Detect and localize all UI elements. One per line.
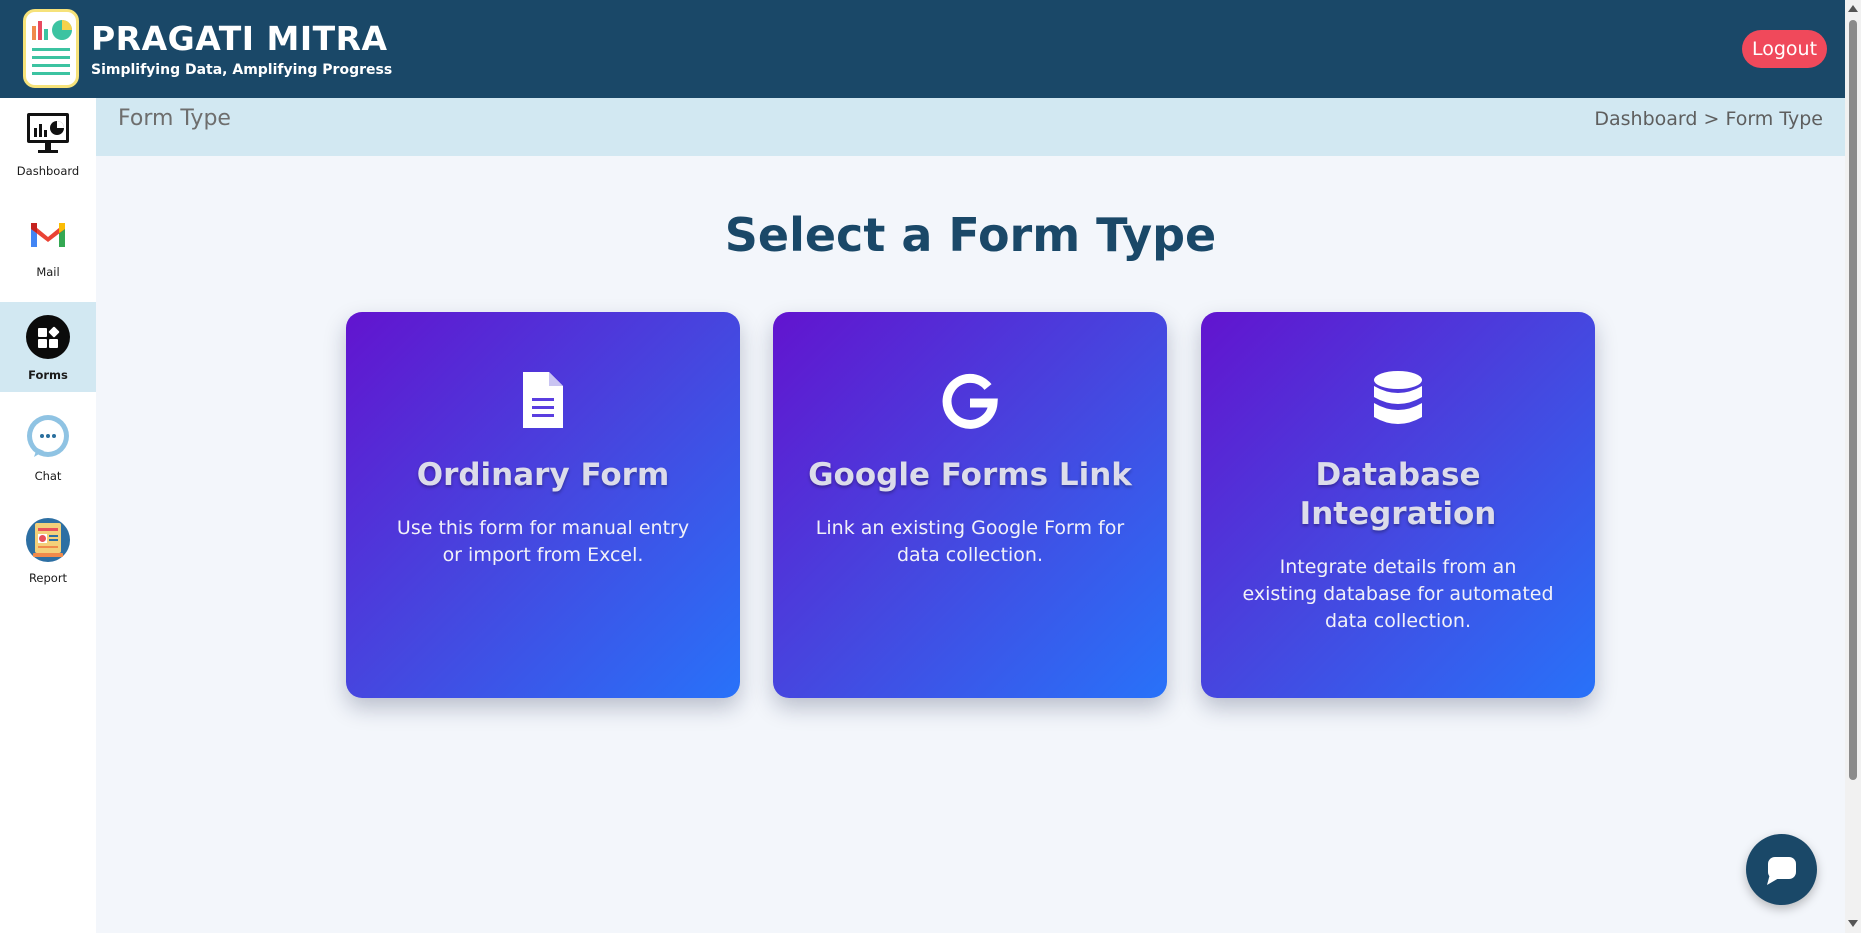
card-title: Database Integration [1299,457,1497,532]
report-logo-icon [32,20,72,75]
sidebar-item-label: Forms [28,368,68,382]
card-description: Link an existing Google Form for data co… [815,517,1125,566]
sidebar: Dashboard Mail Forms Chat Report [0,98,96,933]
card-title: Google Forms Link [808,457,1132,493]
sidebar-item-mail[interactable]: Mail [0,199,96,289]
gmail-icon [31,223,65,247]
dashboard-chart-icon [27,113,69,153]
page-scrollbar[interactable] [1845,0,1861,933]
chat-bubble-icon [27,415,69,457]
sidebar-item-report[interactable]: Report [0,505,96,595]
scroll-down-arrow-icon[interactable] [1848,920,1858,927]
card-title: Ordinary Form [416,457,670,493]
sidebar-item-label: Dashboard [16,164,80,178]
logout-button[interactable]: Logout [1742,30,1827,68]
forms-grid-icon [26,315,70,359]
chat-icon [1767,857,1796,885]
google-icon [942,373,998,429]
sidebar-item-forms[interactable]: Forms [0,302,96,392]
sidebar-item-label: Report [28,571,68,585]
sidebar-item-label: Mail [36,265,60,279]
scroll-thumb[interactable] [1849,20,1857,780]
breadcrumb[interactable]: Dashboard > Form Type [1594,108,1823,130]
database-icon [1374,371,1422,424]
main-heading: Select a Form Type [724,208,1217,262]
scroll-up-arrow-icon[interactable] [1848,5,1858,12]
google-forms-card[interactable]: Google Forms Link Link an existing Googl… [773,312,1167,698]
sidebar-item-chat[interactable]: Chat [0,403,96,493]
document-icon [523,372,563,428]
sidebar-item-label: Chat [34,469,62,483]
ordinary-form-card[interactable]: Ordinary Form Use this form for manual e… [346,312,740,698]
database-integration-card[interactable]: Database Integration Integrate details f… [1201,312,1595,698]
sidebar-item-dashboard[interactable]: Dashboard [0,98,96,188]
brand-tagline: Simplifying Data, Amplifying Progress [91,62,393,78]
chat-fab-button[interactable] [1746,834,1817,905]
brand-title: PRAGATI MITRA [91,19,388,58]
card-description: Integrate details from an existing datab… [1242,556,1554,632]
app-logo [23,9,79,88]
top-header: PRAGATI MITRA Simplifying Data, Amplifyi… [0,0,1845,98]
page-subheader: Form Type Dashboard > Form Type [96,98,1845,156]
report-icon [26,518,70,562]
page-title: Form Type [118,106,231,131]
card-description: Use this form for manual entry or import… [396,517,690,566]
